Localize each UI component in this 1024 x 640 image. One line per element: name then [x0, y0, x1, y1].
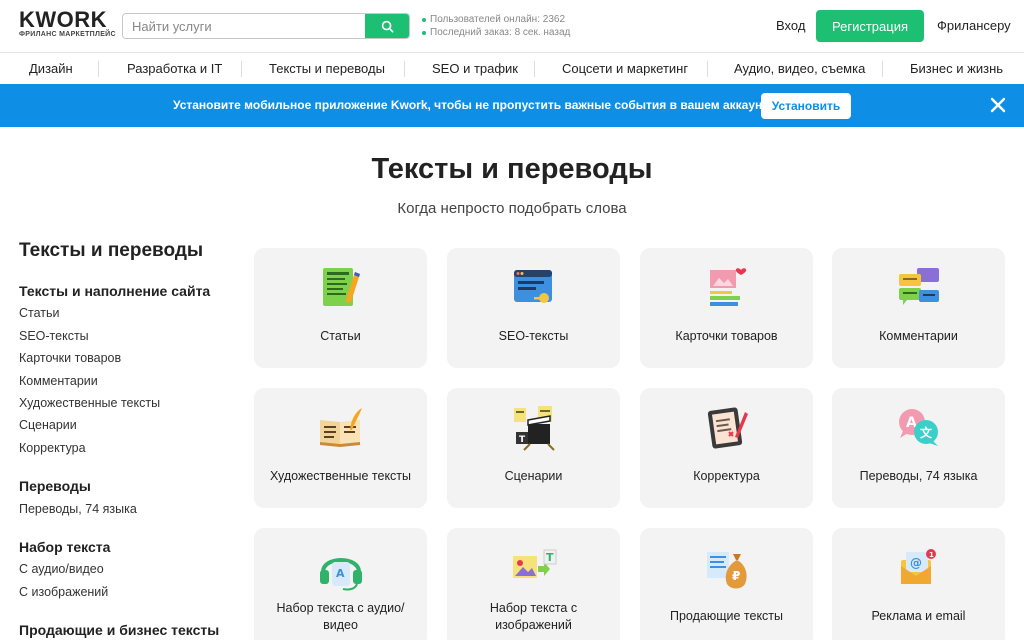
- order-dot-icon: [422, 30, 426, 35]
- card-label: Корректура: [693, 469, 760, 483]
- category-card-typing-audio-video[interactable]: A Набор текста с аудио/видео: [254, 528, 427, 640]
- nav-item-business[interactable]: Бизнес и жизнь: [910, 61, 1003, 76]
- kwork-logo[interactable]: KWORK ФРИЛАНС МАРКЕТПЛЕЙС: [19, 7, 116, 39]
- sidebar-link-articles[interactable]: Статьи: [19, 306, 60, 320]
- open-book-quill-icon: [320, 408, 362, 447]
- category-card-product-cards[interactable]: Карточки товаров: [640, 248, 813, 368]
- image-to-text-icon: T: [513, 549, 557, 578]
- logo-tagline: ФРИЛАНС МАРКЕТПЛЕЙС: [19, 31, 116, 38]
- site-stats: Пользователей онлайн: 2362 Последний зак…: [422, 13, 570, 39]
- stats-last-order: Последний заказ: 8 сек. назад: [430, 27, 571, 38]
- category-card-seo-texts[interactable]: SEO-тексты: [447, 248, 620, 368]
- nav-item-seo[interactable]: SEO и трафик: [432, 61, 518, 76]
- category-card-proofreading[interactable]: Корректура: [640, 388, 813, 508]
- megaphone-mail-icon: @ 1: [901, 549, 936, 584]
- page-subtitle: Когда непросто подобрать слова: [397, 200, 627, 217]
- card-label: Набор текста с аудио/видео: [276, 601, 405, 632]
- category-card-fiction[interactable]: Художественные тексты: [254, 388, 427, 508]
- page-title: Тексты и переводы: [371, 153, 653, 185]
- svg-text:文: 文: [920, 425, 933, 440]
- clapperboard-icon: T: [514, 406, 555, 451]
- svg-text:T: T: [519, 435, 526, 445]
- nav-divider: [98, 61, 99, 77]
- category-card-ads-email[interactable]: @ 1 Реклама и email: [832, 528, 1005, 640]
- browser-key-icon: [514, 270, 552, 303]
- card-label: Статьи: [320, 329, 361, 343]
- card-label: Набор текста с изображений: [489, 601, 578, 632]
- search-bar: [122, 13, 410, 39]
- category-card-selling-texts[interactable]: ₽ Продающие тексты: [640, 528, 813, 640]
- card-label: Художественные тексты: [269, 469, 412, 483]
- nav-divider: [882, 61, 883, 77]
- category-card-scripts[interactable]: T Сценарии: [447, 388, 620, 508]
- register-button[interactable]: Регистрация: [816, 10, 924, 42]
- search-input[interactable]: [123, 14, 365, 38]
- sidebar-link-product-cards[interactable]: Карточки товаров: [19, 351, 121, 365]
- tablet-correction-icon: [707, 407, 748, 449]
- app-install-banner: Установите мобильное приложение Kwork, ч…: [0, 84, 1024, 127]
- nav-divider: [534, 61, 535, 77]
- category-nav: Дизайн Разработка и IT Тексты и переводы…: [0, 52, 1024, 84]
- close-icon[interactable]: [989, 96, 1007, 114]
- product-card-icon: [710, 268, 747, 306]
- money-bag-icon: ₽: [707, 552, 747, 589]
- nav-divider: [404, 61, 405, 77]
- search-button[interactable]: [365, 14, 409, 38]
- search-icon: [381, 20, 393, 32]
- nav-item-development[interactable]: Разработка и IT: [127, 61, 222, 76]
- nav-item-social[interactable]: Соцсети и маркетинг: [562, 61, 688, 76]
- svg-text:A: A: [336, 567, 345, 580]
- card-label: Карточки товаров: [675, 329, 778, 343]
- sidebar-link-fiction[interactable]: Художественные тексты: [19, 396, 160, 410]
- notepad-pencil-icon: [323, 268, 360, 306]
- site-header: KWORK ФРИЛАНС МАРКЕТПЛЕЙС Пользователей …: [0, 0, 1024, 52]
- nav-item-audio-video[interactable]: Аудио, видео, съемка: [734, 61, 865, 76]
- card-label: SEO-тексты: [498, 329, 569, 343]
- sidebar-group-typing[interactable]: Набор текста: [19, 539, 110, 555]
- login-link[interactable]: Вход: [776, 18, 805, 33]
- logo-wordmark: KWORK: [19, 7, 108, 32]
- card-label: Сценарии: [504, 469, 563, 483]
- translate-bubbles-icon: A 文: [899, 409, 938, 446]
- card-label: Переводы, 74 языка: [859, 469, 978, 483]
- card-label: Реклама и email: [871, 609, 966, 623]
- svg-text:@: @: [910, 556, 922, 570]
- svg-text:1: 1: [929, 551, 934, 559]
- sidebar-title: Тексты и переводы: [19, 240, 204, 261]
- nav-divider: [707, 61, 708, 77]
- svg-text:₽: ₽: [732, 569, 740, 583]
- sidebar-link-comments[interactable]: Комментарии: [19, 374, 98, 388]
- sidebar-link-seo-texts[interactable]: SEO-тексты: [19, 329, 89, 343]
- sidebar-link-scripts[interactable]: Сценарии: [19, 418, 77, 432]
- category-card-comments[interactable]: Комментарии: [832, 248, 1005, 368]
- card-label: Продающие тексты: [669, 609, 784, 623]
- sidebar-link-audio-video[interactable]: С аудио/видео: [19, 562, 104, 576]
- sidebar-link-proofreading[interactable]: Корректура: [19, 441, 86, 455]
- install-app-button[interactable]: Установить: [761, 93, 851, 119]
- sidebar-link-images[interactable]: С изображений: [19, 585, 108, 599]
- sidebar-link-translations[interactable]: Переводы, 74 языка: [19, 502, 137, 516]
- nav-divider: [241, 61, 242, 77]
- sidebar-group-selling-texts[interactable]: Продающие и бизнес тексты: [19, 622, 219, 638]
- nav-item-texts[interactable]: Тексты и переводы: [269, 61, 385, 76]
- sidebar-group-translations[interactable]: Переводы: [19, 478, 91, 494]
- stats-online: Пользователей онлайн: 2362: [430, 14, 565, 25]
- category-card-translations[interactable]: A 文 Переводы, 74 языка: [832, 388, 1005, 508]
- chat-bubbles-icon: [899, 268, 939, 305]
- nav-item-design[interactable]: Дизайн: [29, 61, 73, 76]
- card-label: Комментарии: [879, 329, 958, 343]
- freelancer-link[interactable]: Фрилансеру: [937, 18, 1011, 33]
- headphones-icon: A: [320, 558, 362, 591]
- sidebar-group-site-content[interactable]: Тексты и наполнение сайта: [19, 283, 210, 299]
- online-dot-icon: [422, 17, 426, 22]
- category-card-typing-images[interactable]: T Набор текста с изображений: [447, 528, 620, 640]
- svg-text:T: T: [546, 551, 554, 564]
- category-card-articles[interactable]: Статьи: [254, 248, 427, 368]
- banner-text: Установите мобильное приложение Kwork, ч…: [173, 98, 779, 112]
